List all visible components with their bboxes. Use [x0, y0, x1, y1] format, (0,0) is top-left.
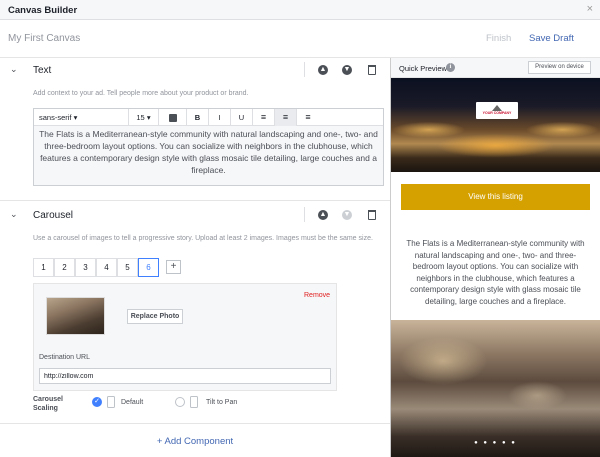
- card-tab-5[interactable]: 5: [117, 258, 138, 277]
- card-photo-thumbnail: [46, 297, 105, 335]
- scaling-default-radio[interactable]: ✓: [92, 397, 102, 407]
- preview-on-device-button[interactable]: Preview on device: [528, 61, 591, 74]
- section-divider: [304, 62, 305, 77]
- delete-icon[interactable]: [368, 210, 376, 220]
- align-left-icon[interactable]: ≡: [253, 109, 275, 126]
- move-down-icon: ▼: [342, 210, 352, 220]
- logo-text: YOUR COMPANY: [482, 111, 512, 115]
- chevron-down-icon[interactable]: ⌄: [10, 64, 18, 75]
- add-component-separator: [0, 423, 390, 424]
- destination-url-label: Destination URL: [39, 354, 90, 361]
- house-icon: [492, 104, 502, 111]
- replace-photo-button[interactable]: Replace Photo: [127, 309, 183, 324]
- carousel-scaling-label: Carousel Scaling: [33, 396, 63, 412]
- carousel-dots: ● ● ● ● ●: [474, 440, 517, 446]
- quick-preview-pane: Quick Preview i Preview on device YOUR C…: [391, 58, 600, 457]
- remove-card-link[interactable]: Remove: [304, 292, 330, 299]
- company-logo: YOUR COMPANY: [476, 102, 518, 119]
- card-editor-panel: Replace Photo Remove Destination URL: [33, 283, 337, 391]
- view-listing-button[interactable]: View this listing: [401, 184, 590, 210]
- bold-button[interactable]: B: [187, 109, 209, 126]
- font-size-select[interactable]: 15 ▾: [129, 109, 159, 126]
- add-component-button[interactable]: + Add Component: [0, 436, 390, 447]
- preview-header: Quick Preview i Preview on device: [391, 58, 600, 78]
- section-separator: [0, 200, 390, 201]
- title-bar: Canvas Builder ×: [0, 0, 600, 20]
- align-center-icon[interactable]: ≡: [275, 109, 297, 126]
- preview-text: The Flats is a Mediterranean-style commu…: [406, 239, 585, 306]
- section-divider: [304, 207, 305, 222]
- phone-tilt-icon: [190, 396, 198, 408]
- align-right-icon[interactable]: ≡: [297, 109, 319, 126]
- italic-button[interactable]: I: [209, 109, 231, 126]
- carousel-section-description: Use a carousel of images to tell a progr…: [33, 235, 373, 242]
- info-icon[interactable]: i: [446, 63, 455, 72]
- rich-text-editor[interactable]: sans-serif ▾ 15 ▾ B I U ≡ ≡ ≡ The Flats …: [33, 108, 384, 186]
- destination-url-input[interactable]: [39, 368, 331, 384]
- card-tab-6[interactable]: 6: [138, 258, 159, 277]
- font-family-select[interactable]: sans-serif ▾: [34, 109, 129, 126]
- chevron-down-icon: ▾: [146, 113, 151, 122]
- close-icon[interactable]: ×: [587, 3, 593, 15]
- card-tab-1[interactable]: 1: [33, 258, 54, 277]
- hero-image: YOUR COMPANY: [391, 78, 600, 172]
- canvas-name-field[interactable]: My First Canvas: [8, 33, 80, 44]
- text-section-title: Text: [33, 65, 52, 76]
- underline-button[interactable]: U: [231, 109, 253, 126]
- delete-icon[interactable]: [368, 65, 376, 75]
- format-toolbar: sans-serif ▾ 15 ▾ B I U ≡ ≡ ≡: [34, 109, 383, 126]
- window-title: Canvas Builder: [8, 5, 78, 16]
- scaling-tilt-label: Tilt to Pan: [206, 399, 238, 406]
- carousel-section-title: Carousel: [33, 210, 74, 221]
- add-card-button[interactable]: +: [166, 260, 181, 274]
- scaling-tilt-radio[interactable]: [175, 397, 185, 407]
- phone-icon: [107, 396, 115, 408]
- color-swatch-icon: [168, 114, 177, 123]
- move-down-icon[interactable]: ▼: [342, 65, 352, 75]
- move-up-icon[interactable]: ▲: [318, 210, 328, 220]
- builder-header: My First Canvas Finish Save Draft: [0, 20, 600, 58]
- card-tab-3[interactable]: 3: [75, 258, 96, 277]
- font-size-value: 15: [136, 113, 145, 122]
- scaling-default-label: Default: [121, 399, 144, 406]
- carousel-preview-image[interactable]: [391, 320, 600, 457]
- move-up-icon[interactable]: ▲: [318, 65, 328, 75]
- text-color-picker[interactable]: [159, 109, 187, 126]
- preview-title: Quick Preview: [399, 64, 447, 73]
- card-tab-2[interactable]: 2: [54, 258, 75, 277]
- save-draft-button[interactable]: Save Draft: [529, 33, 574, 44]
- card-tab-4[interactable]: 4: [96, 258, 117, 277]
- editor-text[interactable]: The Flats is a Mediterranean-style commu…: [34, 128, 383, 176]
- finish-button[interactable]: Finish: [486, 33, 511, 44]
- chevron-down-icon[interactable]: ⌄: [10, 209, 18, 220]
- text-section-description: Add context to your ad. Tell people more…: [33, 90, 249, 97]
